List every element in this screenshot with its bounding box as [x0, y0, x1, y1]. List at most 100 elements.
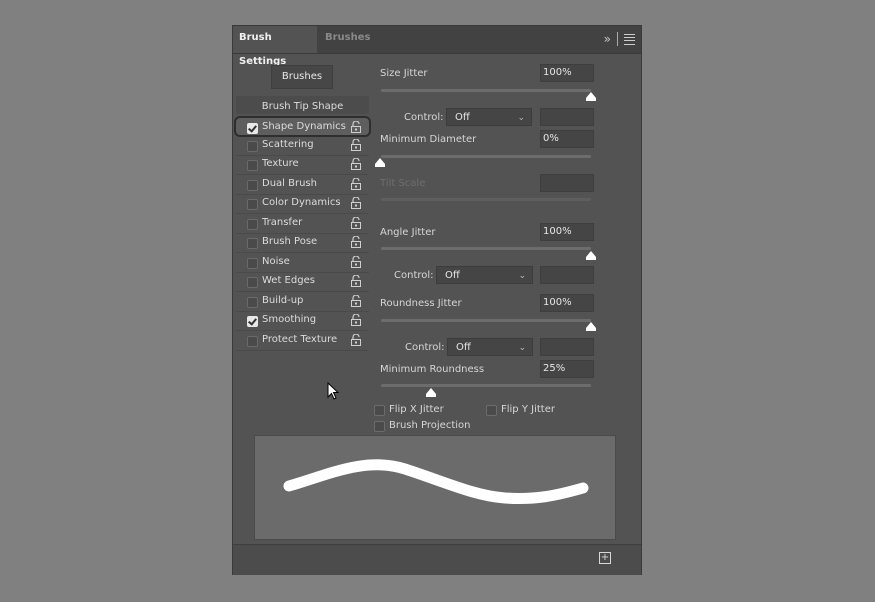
lock-icon[interactable] [351, 332, 361, 346]
control-label-1: Control: [404, 112, 444, 123]
size-jitter-label: Size Jitter [380, 68, 428, 79]
roundness-jitter-slider[interactable] [381, 319, 591, 322]
minimum-roundness-slider[interactable] [381, 384, 591, 387]
option-checkbox[interactable] [247, 257, 258, 269]
control-input-2 [540, 266, 594, 284]
option-transfer[interactable]: Transfer [236, 214, 369, 234]
lock-icon[interactable] [351, 313, 361, 326]
brush-stroke-preview [254, 435, 616, 540]
size-jitter-slider[interactable] [381, 89, 591, 92]
brush-tip-shape-item[interactable]: Brush Tip Shape [236, 96, 369, 114]
option-checkbox[interactable] [247, 199, 258, 210]
control-select-3-value: Off [456, 342, 471, 353]
option-shape-dynamics[interactable]: Shape Dynamics [234, 116, 371, 137]
control-select-2[interactable]: Off ⌄ [436, 266, 533, 284]
flip-y-checkbox[interactable] [486, 405, 497, 416]
option-wet-edges[interactable]: Wet Edges [236, 272, 369, 292]
tab-brushes[interactable]: Brushes [319, 26, 376, 53]
option-label: Smoothing [262, 314, 317, 325]
option-label: Noise [262, 255, 290, 267]
tilt-scale-slider [381, 198, 591, 201]
lock-icon[interactable] [351, 215, 361, 229]
angle-jitter-thumb[interactable] [586, 251, 596, 260]
lock-icon[interactable] [351, 274, 361, 287]
option-checkbox[interactable] [247, 160, 258, 171]
lock-icon[interactable] [351, 120, 361, 133]
roundness-jitter-thumb[interactable] [586, 322, 596, 331]
lock-icon[interactable] [351, 254, 361, 268]
minimum-diameter-label: Minimum Diameter [380, 134, 477, 145]
option-build-up[interactable]: Build-up [236, 292, 369, 312]
tab-brush-settings[interactable]: Brush Settings [233, 26, 317, 67]
option-label: Wet Edges [262, 275, 315, 286]
angle-jitter-label: Angle Jitter [380, 227, 436, 238]
brush-options-list: Brush Tip Shape Shape Dynamics Scattering… [234, 96, 371, 352]
control-select-1[interactable]: Off ⌄ [446, 108, 532, 126]
minimum-diameter-input[interactable]: 0% [540, 130, 594, 148]
brushes-button[interactable]: Brushes [271, 65, 333, 89]
option-checkbox[interactable] [247, 218, 258, 230]
minimum-diameter-thumb[interactable] [375, 158, 385, 167]
option-dual-brush[interactable]: Dual Brush [236, 175, 369, 195]
brush-projection-checkbox[interactable] [374, 421, 385, 432]
option-checkbox[interactable] [247, 123, 258, 134]
lock-icon[interactable] [351, 176, 361, 190]
option-checkbox[interactable] [247, 238, 258, 249]
control-input-3 [540, 338, 594, 356]
control-label-2: Control: [394, 270, 434, 281]
option-scattering[interactable]: Scattering [236, 136, 369, 156]
panel-menu-icon[interactable] [624, 33, 635, 45]
new-brush-icon[interactable]: + [599, 552, 611, 564]
expand-panel-icon[interactable]: » [604, 32, 611, 46]
tilt-scale-label: Tilt Scale [380, 178, 426, 189]
option-label: Texture [262, 158, 299, 169]
option-protect-texture[interactable]: Protect Texture [236, 331, 369, 351]
minimum-roundness-input[interactable]: 25% [540, 360, 594, 378]
lock-icon[interactable] [351, 157, 361, 170]
chevron-down-icon: ⌄ [517, 113, 525, 123]
control-select-3[interactable]: Off ⌄ [447, 338, 533, 356]
divider [617, 32, 618, 46]
option-checkbox[interactable] [247, 179, 258, 191]
brush-settings-panel: Brush Settings Brushes » Brushes Brush T… [233, 26, 641, 575]
option-checkbox[interactable] [247, 296, 258, 308]
option-noise[interactable]: Noise [236, 253, 369, 273]
flip-x-checkbox[interactable] [374, 405, 385, 416]
roundness-jitter-input[interactable]: 100% [540, 294, 594, 312]
option-checkbox[interactable] [247, 335, 258, 347]
tilt-scale-input [540, 174, 594, 192]
option-label: Protect Texture [262, 333, 338, 345]
angle-jitter-slider[interactable] [381, 247, 591, 250]
control-select-2-value: Off [445, 270, 460, 281]
angle-jitter-input[interactable]: 100% [540, 223, 594, 241]
mouse-cursor-icon [327, 382, 340, 400]
option-label: Dual Brush [262, 177, 317, 189]
option-label: Brush Pose [262, 236, 318, 247]
size-jitter-input[interactable]: 100% [540, 64, 594, 82]
size-jitter-thumb[interactable] [586, 92, 596, 101]
option-checkbox[interactable] [247, 277, 258, 288]
option-checkbox[interactable] [247, 316, 258, 327]
tab-bar: Brush Settings Brushes » [233, 26, 641, 67]
control-select-1-value: Off [455, 112, 470, 123]
minimum-diameter-slider[interactable] [381, 155, 591, 158]
minimum-roundness-label: Minimum Roundness [380, 364, 485, 375]
option-checkbox[interactable] [247, 140, 258, 152]
lock-icon[interactable] [351, 235, 361, 248]
option-smoothing[interactable]: Smoothing [236, 311, 369, 331]
roundness-jitter-label: Roundness Jitter [380, 298, 462, 309]
option-texture[interactable]: Texture [236, 155, 369, 175]
minimum-roundness-thumb[interactable] [426, 388, 436, 397]
lock-icon[interactable] [351, 196, 361, 209]
option-color-dynamics[interactable]: Color Dynamics [236, 194, 369, 214]
flip-y-label: Flip Y Jitter [501, 404, 555, 415]
lock-icon[interactable] [351, 137, 361, 151]
control-input-1 [540, 108, 594, 126]
option-label: Scattering [262, 138, 314, 150]
stroke-preview-graphic [283, 459, 589, 504]
option-brush-pose[interactable]: Brush Pose [236, 233, 369, 253]
flip-x-label: Flip X Jitter [389, 404, 444, 415]
panel-footer: + [233, 544, 641, 575]
lock-icon[interactable] [351, 293, 361, 307]
option-label: Build-up [262, 294, 304, 306]
